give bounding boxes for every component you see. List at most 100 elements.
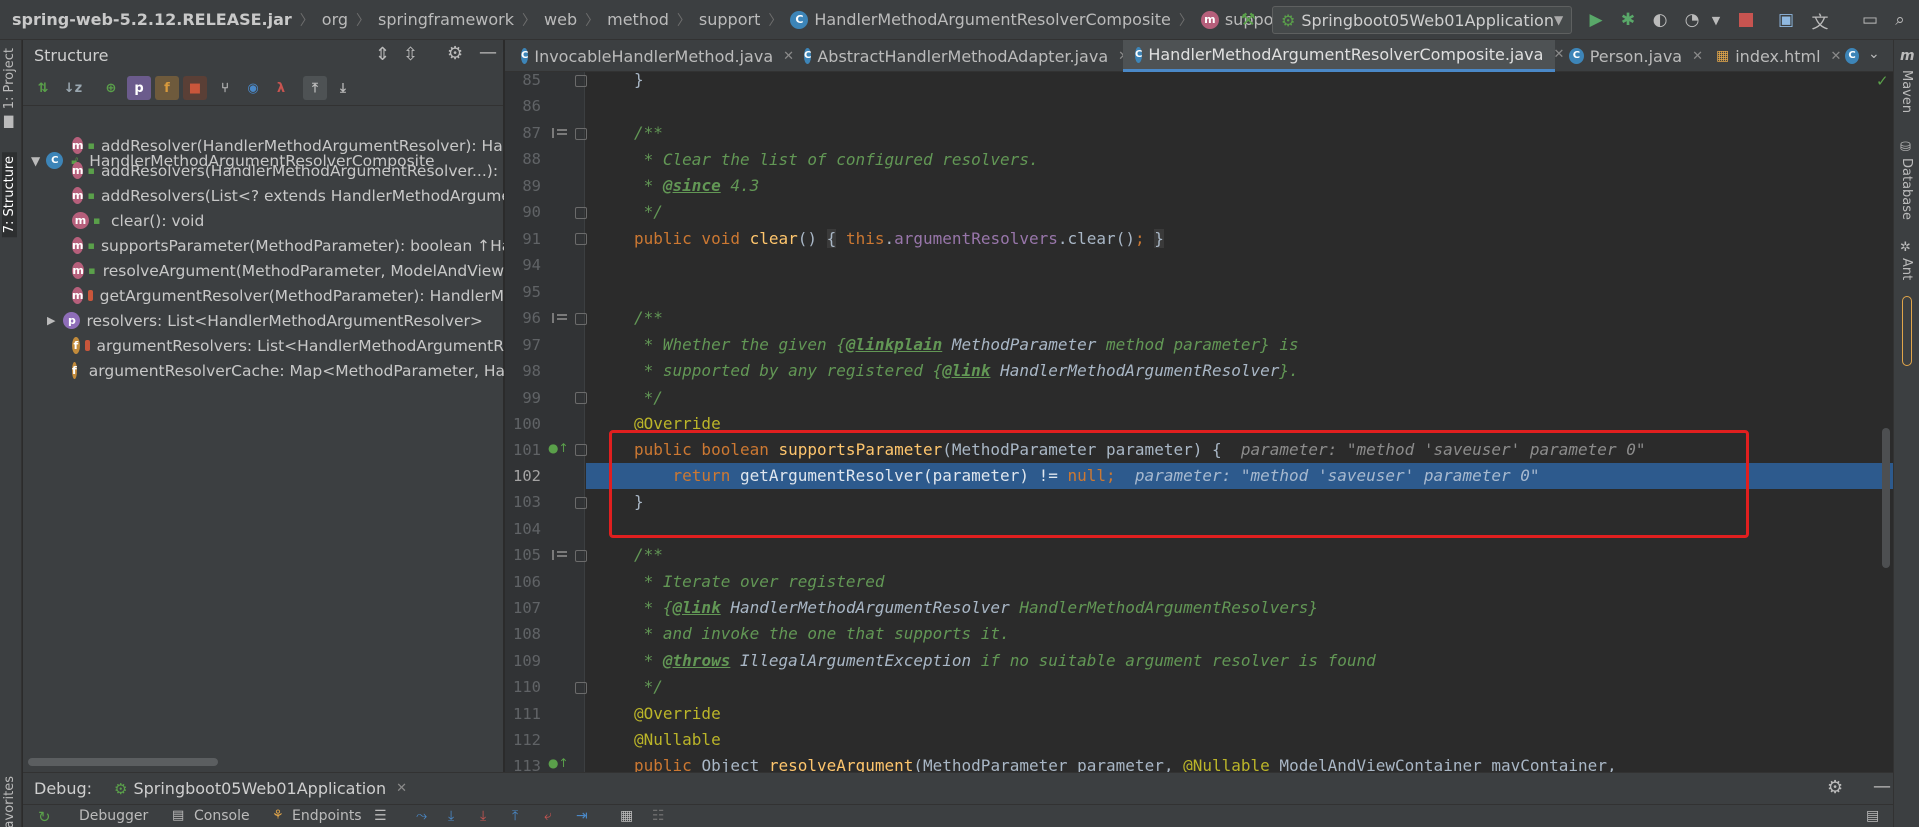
show-lambdas-icon[interactable]: λ — [269, 76, 293, 100]
show-anonymous-icon[interactable]: ◉ — [241, 76, 265, 100]
autoscroll-to-source-icon[interactable]: ⤒ — [303, 76, 327, 100]
sort-by-visibility-icon[interactable]: ⇅ — [31, 76, 55, 100]
tree-item-label: argumentResolvers: List<HandlerMethodArg… — [96, 336, 505, 355]
breadcrumb-package-springframework[interactable]: springframework — [378, 0, 514, 40]
tab-endpoints[interactable]: Endpoints — [292, 808, 362, 824]
breadcrumb-package-method[interactable]: method — [607, 0, 669, 40]
coverage-icon[interactable]: ◐ — [1648, 8, 1672, 32]
fold-marker-icon[interactable] — [575, 444, 587, 456]
tab-handlermethodargumentresolvercomposite[interactable]: C HandlerMethodArgumentResolverComposite… — [1123, 40, 1564, 72]
maven-tool-tab[interactable]: Maven — [1899, 70, 1914, 113]
collapse-all-icon[interactable]: ⇳ — [403, 44, 418, 65]
show-hierarchy-icon[interactable]: ⑂ — [213, 76, 237, 100]
fold-marker-icon[interactable] — [575, 207, 587, 219]
fold-marker-icon[interactable] — [575, 313, 587, 325]
evaluate-expression-icon[interactable]: ▦ — [620, 808, 633, 824]
breadcrumb-jar[interactable]: spring-web-5.2.12.RELEASE.jar — [0, 0, 292, 40]
memory-indicator-icon[interactable] — [1902, 296, 1912, 366]
rendered-doc-icon[interactable] — [552, 313, 567, 323]
debug-bug-icon[interactable]: ✱ — [1616, 8, 1640, 32]
settings-gear-icon[interactable]: ⚙ — [1827, 777, 1843, 798]
tree-item[interactable]: m ▪ addResolvers(HandlerMethodArgumentReso… — [23, 158, 504, 183]
horizontal-scrollbar[interactable] — [28, 758, 218, 766]
fold-marker-icon[interactable] — [575, 497, 587, 509]
tree-item[interactable]: m ▪ clear(): void — [23, 208, 504, 233]
tab-list-chevron-icon[interactable]: ⌄ — [1868, 46, 1880, 62]
structure-tool-tab[interactable]: 7: Structure — [2, 152, 17, 238]
profile-icon[interactable]: ◔ — [1680, 8, 1704, 32]
stop-icon[interactable] — [1734, 8, 1758, 32]
build-hammer-icon[interactable]: ⚒ — [1236, 8, 1260, 32]
show-inherited-icon[interactable]: ⊕ — [99, 76, 123, 100]
translate-icon[interactable]: 文 — [1808, 8, 1832, 33]
tab-debugger[interactable]: Debugger — [79, 808, 148, 824]
run-icon[interactable]: ▶ — [1584, 8, 1608, 32]
ant-tool-tab[interactable]: Ant — [1899, 258, 1914, 280]
fold-marker-icon[interactable] — [575, 550, 587, 562]
breadcrumb-package-org[interactable]: org — [322, 0, 348, 40]
rendered-doc-icon[interactable] — [552, 550, 567, 560]
tree-item[interactable]: m ▪ addResolver(HandlerMethodArgumentResol… — [23, 133, 504, 158]
tree-item[interactable]: f argumentResolverCache: Map<MethodParame… — [23, 358, 504, 383]
tab-console[interactable]: Console — [194, 808, 250, 824]
hide-panel-icon[interactable]: — — [479, 42, 497, 63]
implements-method-icon[interactable]: ●↑ — [548, 441, 569, 455]
fold-marker-icon[interactable] — [575, 75, 587, 87]
step-over-icon[interactable]: ⤳ — [416, 808, 427, 824]
tree-item[interactable]: m ▪ supportsParameter(MethodParameter): bo… — [23, 233, 504, 258]
force-step-into-icon[interactable]: ⤓ — [480, 808, 486, 824]
fold-marker-icon[interactable] — [575, 392, 587, 404]
project-tool-tab[interactable]: 1: Project — [2, 48, 17, 109]
step-out-icon[interactable]: ⤒ — [512, 808, 518, 824]
hide-panel-icon[interactable]: — — [1873, 776, 1891, 797]
layout-icon[interactable]: ▭ — [1858, 8, 1882, 32]
step-into-icon[interactable]: ⤓ — [448, 808, 454, 824]
rerun-icon[interactable]: ↻ — [38, 808, 51, 826]
tab-overflow-class[interactable]: C — [1845, 40, 1865, 72]
fold-marker-icon[interactable] — [575, 682, 587, 694]
tree-item[interactable]: ▶ p resolvers: List<HandlerMethodArgumentR… — [23, 308, 504, 333]
show-non-public-icon[interactable]: ■ — [183, 76, 207, 100]
close-icon[interactable]: ✕ — [1831, 49, 1842, 64]
layout-settings-icon[interactable]: ▤ — [1866, 808, 1879, 824]
autoscroll-from-source-icon[interactable]: ⤓ — [331, 76, 355, 100]
code-line-97: * Whether the given {@linkplain MethodPa… — [634, 335, 1299, 354]
favorites-tool-tab[interactable]: Favorites — [2, 776, 17, 827]
tree-item[interactable]: f argumentResolvers: List<HandlerMethodAr… — [23, 333, 504, 358]
close-icon[interactable]: ✕ — [1692, 49, 1703, 64]
project-structure-icon[interactable]: ▣ — [1774, 8, 1798, 32]
menu-lines-icon[interactable]: ☰ — [374, 808, 387, 824]
breadcrumb-package-support[interactable]: support — [699, 0, 760, 40]
run-configuration-selector[interactable]: ⚙ Springboot05Web01Application ▼ — [1272, 6, 1572, 34]
tab-invocablehandlermethod[interactable]: C InvocableHandlerMethod.java ✕ — [509, 40, 794, 72]
show-properties-icon[interactable]: p — [127, 76, 151, 100]
settings-gear-icon[interactable]: ⚙ — [447, 43, 463, 64]
vertical-scrollbar[interactable] — [1882, 428, 1890, 568]
tree-collapsed-arrow-icon[interactable]: ▶ — [47, 314, 55, 327]
tree-item[interactable]: m ▪ resolveArgument(MethodParameter, Model… — [23, 258, 504, 283]
database-tool-tab[interactable]: Database — [1899, 158, 1914, 220]
rendered-doc-icon[interactable] — [552, 128, 567, 138]
tab-person[interactable]: C Person.java ✕ — [1557, 40, 1703, 72]
implements-method-icon[interactable]: ●↑ — [548, 756, 569, 770]
tree-item[interactable]: m ▪ addResolvers(List<? extends HandlerMet… — [23, 183, 504, 208]
tree-item[interactable]: m getArgumentResolver(MethodParameter): H… — [23, 283, 504, 308]
tab-index-html[interactable]: ▦ index.html ✕ — [1704, 40, 1844, 72]
fold-marker-icon[interactable] — [575, 233, 587, 245]
debug-session-tab[interactable]: Springboot05Web01Application — [133, 779, 386, 798]
breadcrumb-package-web[interactable]: web — [544, 0, 577, 40]
fold-marker-icon[interactable] — [575, 128, 587, 140]
run-to-cursor-icon[interactable]: ⇥ — [576, 808, 588, 824]
breadcrumb-class[interactable]: C HandlerMethodArgumentResolverComposite — [790, 0, 1171, 40]
profile-dropdown-icon[interactable]: ▼ — [1704, 8, 1728, 32]
tab-abstracthandlermethodadapter[interactable]: C AbstractHandlerMethodAdapter.java ✕ — [792, 40, 1129, 72]
close-icon[interactable]: ✕ — [396, 781, 407, 796]
sort-alphabetically-icon[interactable]: ↓z — [61, 76, 85, 100]
line-number: 98 — [522, 362, 541, 380]
expand-all-icon[interactable]: ⇕ — [375, 44, 390, 65]
drop-frame-icon[interactable]: ⤶ — [544, 808, 552, 824]
search-icon[interactable]: ⌕ — [1888, 8, 1912, 32]
show-fields-icon[interactable]: f — [155, 76, 179, 100]
breadcrumb-separator: 〉 — [1178, 12, 1193, 29]
trace-stream-icon[interactable]: ☷ — [652, 808, 665, 824]
